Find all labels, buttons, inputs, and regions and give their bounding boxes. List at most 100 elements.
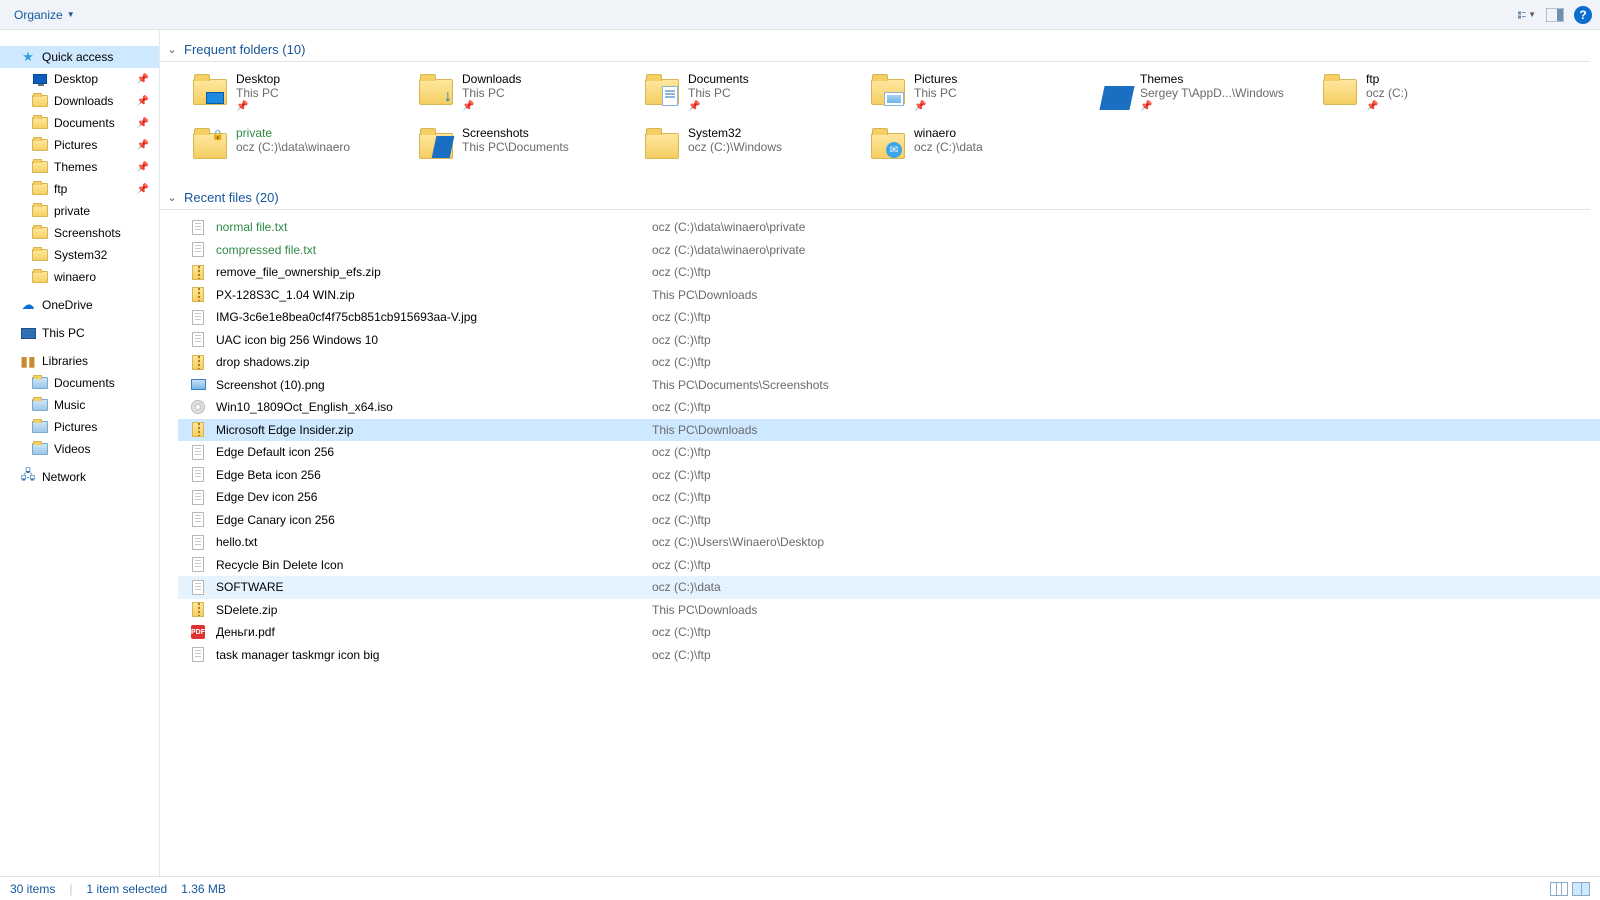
frequent-folder-item[interactable]: ftp ocz (C:) 📌 — [1320, 68, 1546, 122]
recent-file-row[interactable]: normal file.txt ocz (C:)\data\winaero\pr… — [178, 216, 1600, 239]
frequent-folder-item[interactable]: 🔒 private ocz (C:)\data\winaero — [190, 122, 416, 176]
folder-location: This PC — [236, 86, 280, 100]
recent-file-row[interactable]: task manager taskmgr icon big ocz (C:)\f… — [178, 644, 1600, 667]
recent-file-row[interactable]: compressed file.txt ocz (C:)\data\winaer… — [178, 239, 1600, 262]
library-icon — [32, 375, 48, 391]
file-name: hello.txt — [216, 535, 652, 549]
onedrive-root[interactable]: ☁ OneDrive — [0, 294, 159, 316]
pin-icon: 📌 — [137, 96, 149, 107]
preview-pane-button[interactable] — [1546, 6, 1564, 24]
frequent-folder-item[interactable]: System32 ocz (C:)\Windows — [642, 122, 868, 176]
file-icon — [190, 467, 206, 483]
quick-access-root[interactable]: ★ Quick access — [0, 46, 159, 68]
file-name: Edge Beta icon 256 — [216, 468, 652, 482]
sidebar-item-winaero[interactable]: winaero — [0, 266, 159, 288]
file-icon — [190, 422, 206, 438]
frequent-folder-item[interactable]: Screenshots This PC\Documents — [416, 122, 642, 176]
sidebar-item-pictures[interactable]: Pictures — [0, 416, 159, 438]
recent-file-row[interactable]: PDF Деньги.pdf ocz (C:)\ftp — [178, 621, 1600, 644]
folder-name: winaero — [914, 126, 983, 140]
status-bar: 30 items | 1 item selected 1.36 MB — [0, 876, 1600, 900]
folder-icon: ✉ — [870, 128, 906, 164]
sidebar-item-label: ftp — [54, 182, 67, 196]
recent-file-row[interactable]: remove_file_ownership_efs.zip ocz (C:)\f… — [178, 261, 1600, 284]
recent-file-row[interactable]: PX-128S3C_1.04 WIN.zip This PC\Downloads — [178, 284, 1600, 307]
pin-icon: 📌 — [914, 101, 957, 112]
this-pc-root[interactable]: This PC — [0, 322, 159, 344]
organize-button[interactable]: Organize ▼ — [8, 4, 81, 26]
recent-file-row[interactable]: SOFTWARE ocz (C:)\data — [178, 576, 1600, 599]
recent-file-row[interactable]: hello.txt ocz (C:)\Users\Winaero\Desktop — [178, 531, 1600, 554]
recent-file-row[interactable]: Recycle Bin Delete Icon ocz (C:)\ftp — [178, 554, 1600, 577]
folder-location: Sergey T\AppD...\Windows — [1140, 86, 1284, 100]
help-button[interactable]: ? — [1574, 6, 1592, 24]
frequent-folders-header[interactable]: ⌄ Frequent folders (10) — [160, 38, 1590, 62]
folder-icon: ↓ — [418, 74, 454, 110]
folder-icon — [32, 159, 48, 175]
libraries-label: Libraries — [42, 354, 88, 368]
toolbar: Organize ▼ ▼ ? — [0, 0, 1600, 30]
network-label: Network — [42, 470, 86, 484]
folder-icon — [32, 115, 48, 131]
file-path: ocz (C:)\ftp — [652, 648, 711, 662]
view-large-button[interactable] — [1572, 882, 1590, 896]
chevron-down-icon[interactable]: ⌄ — [166, 191, 178, 204]
sidebar-item-documents[interactable]: Documents📌 — [0, 112, 159, 134]
file-name: PX-128S3C_1.04 WIN.zip — [216, 288, 652, 302]
recent-file-row[interactable]: IMG-3c6e1e8bea0cf4f75cb851cb915693aa-V.j… — [178, 306, 1600, 329]
folder-name: ftp — [1366, 72, 1408, 86]
frequent-folder-item[interactable]: ✉ winaero ocz (C:)\data — [868, 122, 1094, 176]
chevron-down-icon[interactable]: ⌄ — [166, 43, 178, 56]
recent-file-row[interactable]: Edge Beta icon 256 ocz (C:)\ftp — [178, 464, 1600, 487]
sidebar-item-music[interactable]: Music — [0, 394, 159, 416]
file-name: Recycle Bin Delete Icon — [216, 558, 652, 572]
sidebar-item-videos[interactable]: Videos — [0, 438, 159, 460]
file-icon — [190, 602, 206, 618]
frequent-folder-item[interactable]: Desktop This PC 📌 — [190, 68, 416, 122]
sidebar-item-downloads[interactable]: Downloads📌 — [0, 90, 159, 112]
recent-file-row[interactable]: Microsoft Edge Insider.zip This PC\Downl… — [178, 419, 1600, 442]
frequent-folder-item[interactable]: Themes Sergey T\AppD...\Windows 📌 — [1094, 68, 1320, 122]
folder-name: Screenshots — [462, 126, 569, 140]
libraries-root[interactable]: ▮▮ Libraries — [0, 350, 159, 372]
view-details-button[interactable] — [1550, 882, 1568, 896]
sidebar-item-label: Documents — [54, 376, 115, 390]
sidebar-item-documents[interactable]: Documents — [0, 372, 159, 394]
recent-file-row[interactable]: Screenshot (10).png This PC\Documents\Sc… — [178, 374, 1600, 397]
sidebar-item-ftp[interactable]: ftp📌 — [0, 178, 159, 200]
sidebar-item-screenshots[interactable]: Screenshots — [0, 222, 159, 244]
sidebar-item-pictures[interactable]: Pictures📌 — [0, 134, 159, 156]
recent-file-row[interactable]: drop shadows.zip ocz (C:)\ftp — [178, 351, 1600, 374]
recent-file-row[interactable]: Edge Default icon 256 ocz (C:)\ftp — [178, 441, 1600, 464]
view-options-button[interactable]: ▼ — [1518, 6, 1536, 24]
frequent-folder-item[interactable]: Documents This PC 📌 — [642, 68, 868, 122]
folder-name: Desktop — [236, 72, 280, 86]
sidebar-item-desktop[interactable]: Desktop📌 — [0, 68, 159, 90]
frequent-folder-item[interactable]: Pictures This PC 📌 — [868, 68, 1094, 122]
file-icon: PDF — [190, 624, 206, 640]
recent-file-row[interactable]: UAC icon big 256 Windows 10 ocz (C:)\ftp — [178, 329, 1600, 352]
recent-file-row[interactable]: Edge Dev icon 256 ocz (C:)\ftp — [178, 486, 1600, 509]
recent-file-row[interactable]: Win10_1809Oct_English_x64.iso ocz (C:)\f… — [178, 396, 1600, 419]
recent-file-row[interactable]: Edge Canary icon 256 ocz (C:)\ftp — [178, 509, 1600, 532]
recent-files-title: Recent files (20) — [184, 190, 279, 205]
file-name: Screenshot (10).png — [216, 378, 652, 392]
frequent-folder-item[interactable]: ↓ Downloads This PC 📌 — [416, 68, 642, 122]
folder-icon — [32, 137, 48, 153]
organize-label: Organize — [14, 8, 63, 22]
file-icon — [190, 309, 206, 325]
this-pc-label: This PC — [42, 326, 85, 340]
folder-icon — [32, 93, 48, 109]
recent-files-header[interactable]: ⌄ Recent files (20) — [160, 186, 1590, 210]
folder-icon — [644, 128, 680, 164]
network-root[interactable]: 🖧 Network — [0, 466, 159, 488]
sidebar-item-label: Videos — [54, 442, 90, 456]
folder-icon — [32, 71, 48, 87]
recent-file-row[interactable]: SDelete.zip This PC\Downloads — [178, 599, 1600, 622]
sidebar-item-private[interactable]: private — [0, 200, 159, 222]
file-icon — [190, 647, 206, 663]
sidebar-item-system32[interactable]: System32 — [0, 244, 159, 266]
file-path: ocz (C:)\ftp — [652, 355, 711, 369]
sidebar-item-themes[interactable]: Themes📌 — [0, 156, 159, 178]
sidebar-item-label: winaero — [54, 270, 96, 284]
